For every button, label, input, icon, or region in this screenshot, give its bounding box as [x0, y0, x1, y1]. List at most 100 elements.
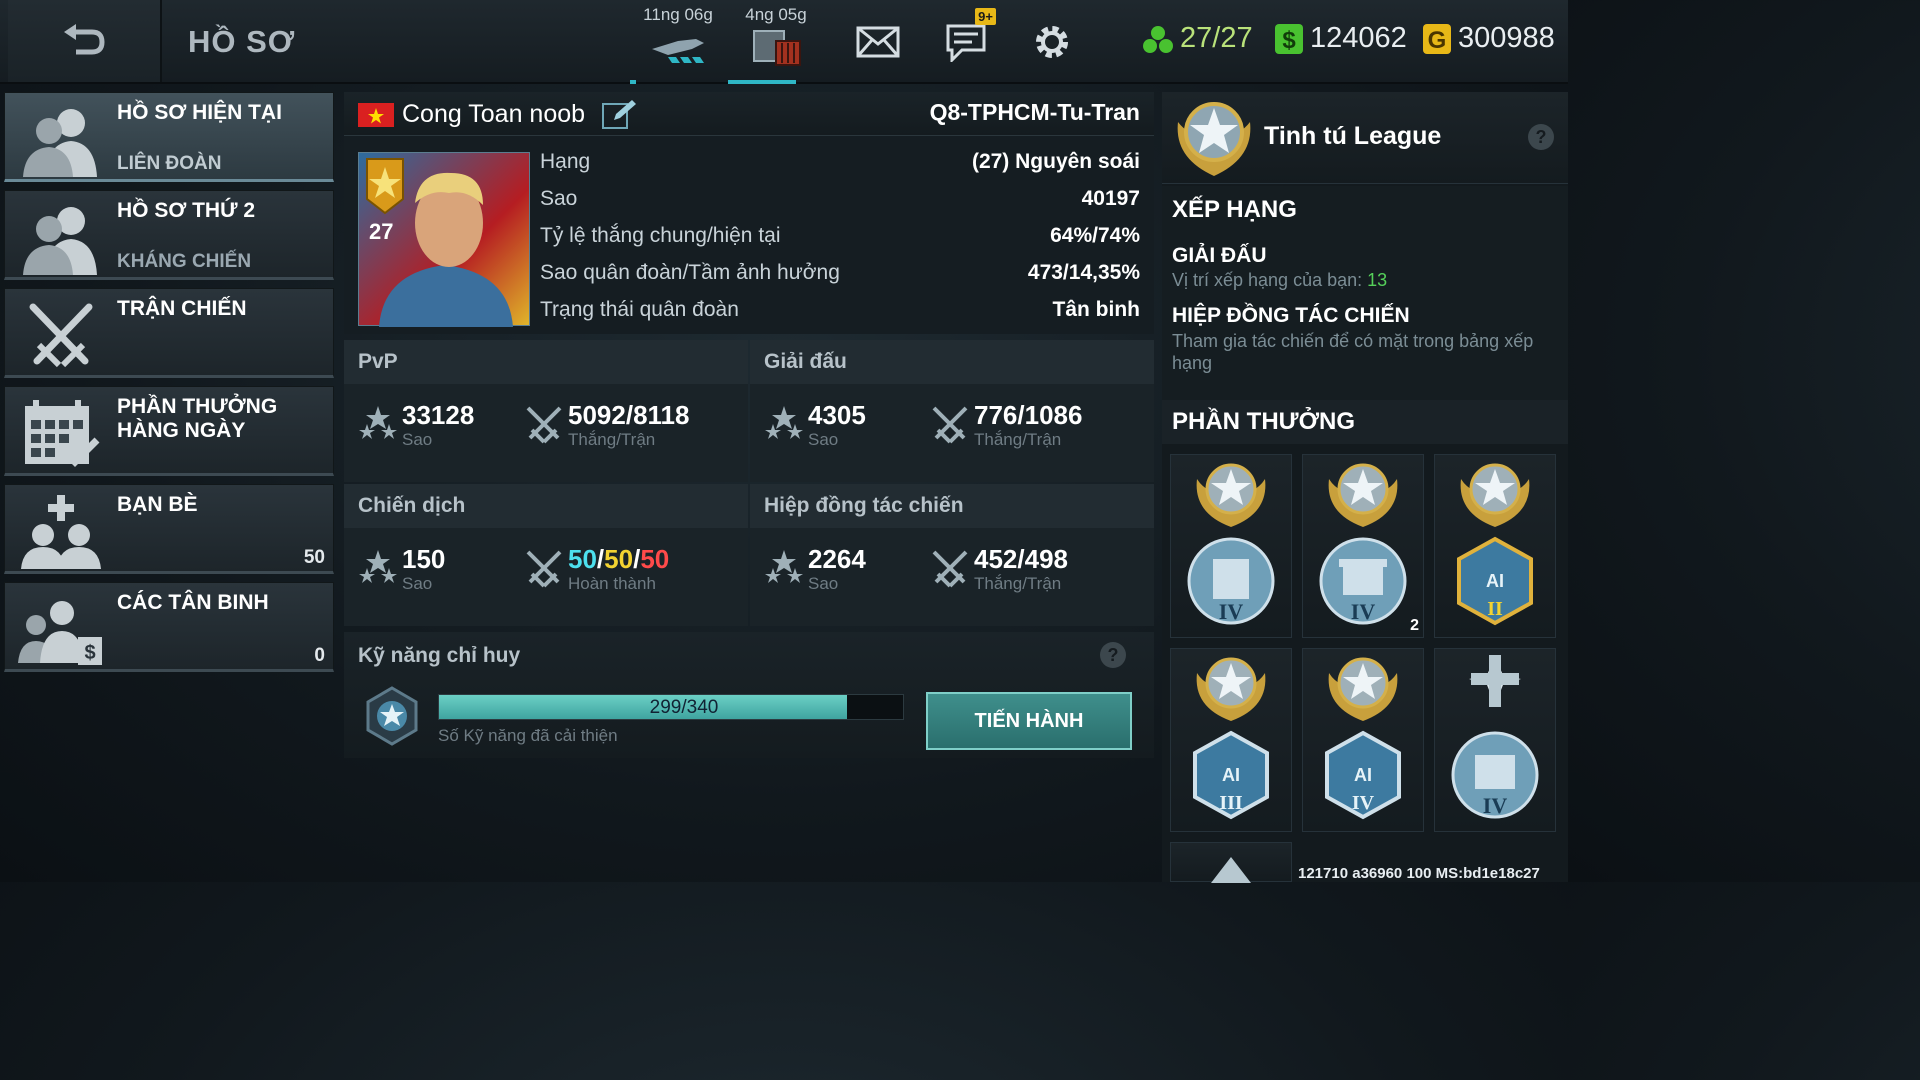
menu-battles[interactable]: TRẬN CHIẾN	[4, 288, 334, 378]
svg-text:$: $	[84, 642, 95, 664]
svg-text:G: G	[1428, 27, 1447, 54]
stat-number: 4305	[808, 400, 866, 430]
stat-stars: Sao 40197	[540, 187, 1140, 223]
cash-counter[interactable]: $ 124062	[1274, 22, 1407, 55]
menu-second-profile[interactable]: HỒ SƠ THỨ 2 KHÁNG CHIẾN	[4, 190, 334, 280]
medal-icon: IV	[1187, 463, 1275, 625]
pvp-section: PvP 33128 Sao 5092/8118 Thắng/Trận	[344, 340, 748, 482]
menu-recruits[interactable]: $ CÁC TÂN BINH 0	[4, 582, 334, 672]
crossed-swords-icon	[932, 406, 968, 444]
menu-title: BẠN BÈ	[117, 493, 198, 516]
skills-progress-text: 299/340	[649, 697, 719, 718]
reward-medal[interactable]: AI III	[1170, 648, 1292, 832]
reward-medal[interactable]: IV	[1170, 454, 1292, 638]
energy-icon	[1143, 25, 1173, 53]
pencil-icon	[602, 100, 636, 129]
question-icon: ?	[1107, 645, 1119, 665]
edit-name-button[interactable]	[602, 98, 638, 130]
menu-daily-rewards[interactable]: PHẦN THƯỞNG HÀNG NGÀY	[4, 386, 334, 476]
rewards-title: PHẦN THƯỞNG	[1172, 408, 1356, 435]
league-header[interactable]: Tinh tú League ?	[1162, 92, 1568, 184]
stat-label: Tỷ lệ thắng chung/hiện tại	[540, 224, 781, 247]
reward-count-badge: 2	[1410, 617, 1419, 634]
gold-counter[interactable]: G 300988	[1422, 22, 1555, 55]
stars-icon	[359, 550, 397, 583]
section-title: Giải đấu	[750, 340, 1154, 384]
settings-button[interactable]	[1028, 20, 1076, 64]
menu-title: HỒ SƠ HIỆN TẠI	[117, 101, 282, 124]
stat-rank: Hạng (27) Nguyên soái	[540, 150, 1140, 186]
stat-label: Sao	[540, 187, 578, 210]
tab-event-timer-1[interactable]: 11ng 06g	[630, 0, 726, 84]
stat-caption: Sao	[402, 430, 433, 449]
menu-friends[interactable]: BẠN BÈ 50	[4, 484, 334, 574]
clan-name[interactable]: Q8-TPHCM-Tu-Tran	[930, 99, 1140, 126]
ranking-title: XẾP HẠNG	[1172, 196, 1297, 223]
medal-icon: AI IV	[1325, 657, 1401, 820]
stat-winrate: Tỷ lệ thắng chung/hiện tại 64%/74%	[540, 224, 1140, 260]
skill-shield-icon	[366, 686, 418, 746]
svg-text:IV: IV	[1351, 599, 1376, 624]
crossed-swords-icon	[526, 406, 562, 444]
stat-value: (27) Nguyên soái	[971, 150, 1140, 173]
svg-text:IV: IV	[1352, 792, 1375, 814]
menu-title: HỒ SƠ THỨ 2	[117, 199, 256, 222]
svg-text:AI: AI	[1486, 571, 1504, 591]
reward-medal[interactable]	[1170, 842, 1292, 883]
menu-sub: KHÁNG CHIẾN	[117, 251, 252, 272]
menu-title: PHẦN THƯỞNG HÀNG NGÀY	[117, 395, 278, 442]
rewards-header: PHẦN THƯỞNG	[1162, 400, 1568, 444]
command-skills-section: Kỹ năng chỉ huy ? 299/340 Số Kỹ năng đã …	[344, 632, 1154, 758]
gear-icon	[1036, 26, 1068, 58]
proceed-button[interactable]: TIẾN HÀNH	[926, 692, 1132, 750]
menu-current-profile[interactable]: HỒ SƠ HIỆN TẠI LIÊN ĐOÀN	[4, 92, 334, 182]
tab-event-timer-2[interactable]: 4ng 05g	[728, 0, 824, 84]
reward-medal[interactable]: IV 2	[1302, 454, 1424, 638]
contract-rank-title: HIỆP ĐỒNG TÁC CHIẾN	[1172, 304, 1410, 327]
tournament-rank-text: Vị trí xếp hạng của bạn: 13	[1172, 270, 1387, 291]
skills-caption: Số Kỹ năng đã cải thiện	[438, 726, 618, 745]
svg-text:II: II	[1487, 598, 1503, 620]
menu-sub: LIÊN ĐOÀN	[117, 153, 222, 174]
stat-clan-stars: Sao quân đoàn/Tầm ảnh hưởng 473/14,35%	[540, 261, 1140, 297]
back-button[interactable]	[8, 0, 162, 82]
reward-medal[interactable]: AI II	[1434, 454, 1556, 638]
gold-icon: G	[1423, 23, 1451, 54]
svg-text:AI: AI	[1222, 765, 1240, 785]
menu-title: TRẬN CHIẾN	[117, 297, 247, 320]
reward-medal[interactable]: AI IV	[1302, 648, 1424, 832]
help-button[interactable]: ?	[1100, 642, 1126, 668]
stat-caption: Thắng/Trận	[974, 574, 1062, 593]
medal-icon: AI II	[1457, 463, 1533, 626]
stars-icon	[359, 406, 397, 439]
profile-icon	[13, 197, 109, 277]
ranking-section: XẾP HẠNG GIẢI ĐẤU Vị trí xếp hạng của bạ…	[1162, 186, 1568, 400]
energy-counter[interactable]: 27/27	[1142, 22, 1253, 55]
stat-caption: Sao	[402, 574, 433, 593]
mail-icon	[856, 26, 900, 58]
profile-panel: Cong Toan noob Q8-TPHCM-Tu-Tran 27 Hạng (…	[344, 92, 1154, 760]
stat-number: 5092/8118	[568, 400, 690, 430]
mail-button[interactable]	[854, 20, 902, 64]
help-button[interactable]: ?	[1528, 124, 1554, 150]
timer-label-1: 11ng 06g	[643, 5, 713, 24]
question-icon: ?	[1535, 127, 1547, 147]
chat-button[interactable]: 9+	[942, 8, 996, 64]
campaign-medium: 50	[604, 544, 634, 574]
player-stats: 27 Hạng (27) Nguyên soái Sao 40197 Tỷ lệ t…	[344, 136, 1154, 334]
stat-number: 452/498	[974, 544, 1068, 574]
friends-count: 50	[303, 547, 325, 568]
menu-title: CÁC TÂN BINH	[117, 591, 269, 614]
reward-medal[interactable]: IV	[1434, 648, 1556, 832]
page-title: HỒ SƠ	[188, 24, 296, 59]
medal-icon: IV	[1319, 463, 1407, 625]
league-name: Tinh tú League	[1264, 122, 1442, 150]
crossed-swords-icon	[13, 295, 109, 375]
timer-progress-1	[630, 80, 636, 84]
cash-value: 124062	[1310, 22, 1407, 54]
medal-icon: AI III	[1193, 657, 1269, 820]
player-avatar[interactable]: 27	[358, 152, 530, 327]
top-bar: HỒ SƠ 11ng 06g 4ng 05g 9+ 27/27 $ 124062…	[0, 0, 1568, 84]
stat-caption: Sao	[808, 574, 839, 593]
svg-text:$: $	[1282, 27, 1296, 54]
